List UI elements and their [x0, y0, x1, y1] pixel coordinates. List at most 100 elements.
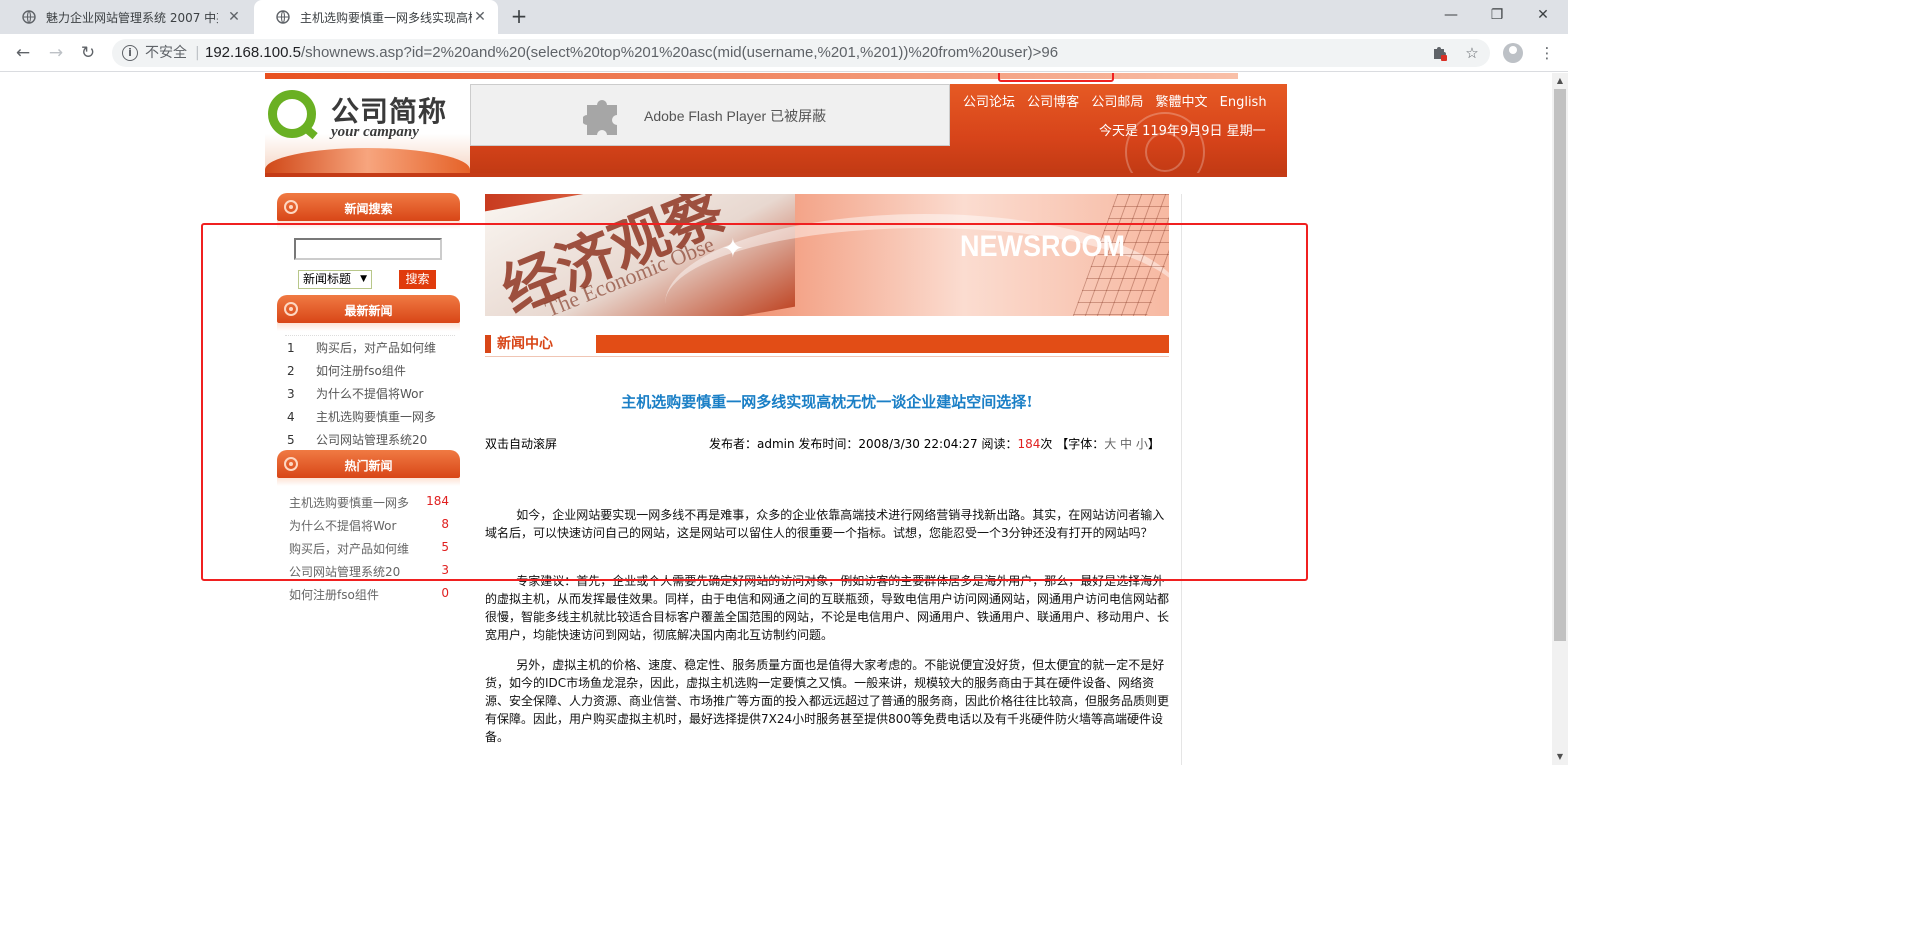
- browser-tab-2[interactable]: 主机选购要慎重一网多线实现高枕 ✕: [254, 0, 498, 34]
- sidebar-header-shadow: [277, 323, 460, 331]
- browser-tab-1[interactable]: 魅力企业网站管理系统 2007 中英 ✕: [0, 0, 252, 34]
- close-tab-icon[interactable]: ✕: [226, 9, 242, 25]
- hot-news-item[interactable]: 主机选购要慎重一网多 184: [289, 494, 449, 511]
- logo-q-icon: [268, 90, 316, 138]
- search-type-select[interactable]: 新闻标题 ▼: [298, 270, 372, 289]
- reload-icon[interactable]: ↻: [77, 42, 99, 64]
- address-bar[interactable]: i 不安全 | 192.168.100.5/shownews.asp?id=2%…: [112, 39, 1490, 67]
- section-title: 新闻中心: [497, 336, 553, 352]
- scroll-up-arrow-icon[interactable]: ▲: [1552, 73, 1568, 89]
- item-number: 3: [287, 387, 295, 401]
- banner-title: NEWSROOM: [960, 230, 1125, 263]
- url-host: 192.168.100.5: [205, 44, 301, 61]
- article-paragraph: 另外，虚拟主机的价格、速度、稳定性、服务质量方面也是值得大家考虑的。不能说便宜没…: [485, 658, 1170, 744]
- header-links: 公司论坛 公司博客 公司邮局 繁體中文 English: [963, 91, 1275, 110]
- menu-kebab-icon[interactable]: ⋮: [1538, 44, 1556, 62]
- close-tab-icon[interactable]: ✕: [472, 9, 488, 25]
- section-bar: [596, 335, 1169, 353]
- font-size-small[interactable]: 小: [1136, 437, 1148, 451]
- url-text[interactable]: 192.168.100.5/shownews.asp?id=2%20and%20…: [205, 39, 1058, 67]
- site-logo[interactable]: 公司简称 your campany: [265, 84, 470, 174]
- bookmark-star-icon[interactable]: ☆: [1463, 44, 1481, 62]
- font-size-medium[interactable]: 中: [1120, 437, 1132, 451]
- globe-icon: [276, 10, 290, 24]
- top-stripe: [265, 73, 1238, 79]
- hot-news-title[interactable]: 购买后，对产品如何维: [289, 542, 409, 556]
- hot-news-item[interactable]: 购买后，对产品如何维 5: [289, 540, 449, 557]
- hot-news-item[interactable]: 为什么不提倡将Wor 8: [289, 517, 449, 534]
- separator: |: [195, 45, 200, 61]
- close-icon[interactable]: ✕: [1520, 0, 1566, 30]
- header-date: 今天是 119年9月9日 星期一: [1099, 124, 1266, 139]
- hot-news-title[interactable]: 如何注册fso组件: [289, 588, 379, 602]
- content-border: [1181, 194, 1182, 765]
- vertical-scrollbar[interactable]: ▲ ▼: [1552, 73, 1568, 765]
- scroll-down-arrow-icon[interactable]: ▼: [1552, 749, 1568, 765]
- tab-title: 魅力企业网站管理系统 2007 中英: [46, 10, 218, 25]
- sidebar-header-shadow: [277, 478, 460, 486]
- flash-message: Adobe Flash Player 已被屏蔽: [644, 108, 827, 124]
- sidebar-header-hot: 热门新闻: [277, 450, 460, 478]
- sidebar-header-label: 新闻搜索: [344, 202, 393, 216]
- latest-news-title[interactable]: 为什么不提倡将Wor: [316, 387, 423, 401]
- latest-news-item[interactable]: 5 公司网站管理系统20: [287, 431, 427, 448]
- section-underline: [485, 356, 1169, 357]
- latest-news-item[interactable]: 3 为什么不提倡将Wor: [287, 385, 423, 402]
- hot-news-count: 5: [441, 540, 449, 554]
- header-link-forum[interactable]: 公司论坛: [963, 95, 1015, 110]
- search-button[interactable]: 搜索: [399, 270, 436, 289]
- article-paragraph: 如今，企业网站要实现一网多线不再是难事，众多的企业依靠高端技术进行网络营销寻找新…: [485, 508, 1165, 540]
- latest-news-title[interactable]: 如何注册fso组件: [316, 364, 406, 378]
- hot-news-count: 3: [441, 563, 449, 577]
- forward-arrow-icon[interactable]: →: [45, 42, 67, 64]
- article-paragraph: 专家建议：首先，企业或个人需要先确定好网站的访问对象，例如访客的主要群体居多是海…: [485, 574, 1170, 642]
- latest-news-title[interactable]: 购买后，对产品如何维: [316, 341, 436, 355]
- dropdown-triangle-icon: ▼: [360, 274, 367, 284]
- logo-text-en: your campany: [331, 124, 419, 140]
- back-arrow-icon[interactable]: ←: [12, 42, 34, 64]
- tab-strip: 魅力企业网站管理系统 2007 中英 ✕ 主机选购要慎重一网多线实现高枕 ✕ +…: [0, 0, 1568, 34]
- scrollbar-thumb[interactable]: [1554, 89, 1566, 641]
- hot-news-title[interactable]: 为什么不提倡将Wor: [289, 519, 396, 533]
- header-link-blog[interactable]: 公司博客: [1027, 95, 1079, 110]
- article-title: 主机选购要慎重一网多线实现高枕无忧一谈企业建站空间选择!: [621, 393, 1033, 411]
- restore-icon[interactable]: ❐: [1474, 0, 1520, 30]
- hot-news-count: 8: [441, 517, 449, 531]
- autoscroll-hint: 双击自动滚屏: [485, 437, 558, 451]
- tab-title: 主机选购要慎重一网多线实现高枕: [300, 10, 472, 25]
- url-path: /shownews.asp?id=2%20and%20(select%20top…: [300, 44, 1059, 61]
- logo-wave: [265, 148, 470, 174]
- hot-news-count: 184: [426, 494, 449, 508]
- latest-news-item[interactable]: 2 如何注册fso组件: [287, 362, 406, 379]
- header-link-traditional[interactable]: 繁體中文: [1155, 95, 1207, 110]
- latest-news-title[interactable]: 主机选购要慎重一网多: [316, 410, 436, 424]
- section-bar-marker: [485, 335, 491, 353]
- profile-avatar-icon[interactable]: [1503, 43, 1523, 63]
- news-search-input[interactable]: [294, 238, 442, 260]
- sidebar-header-latest: 最新新闻: [277, 295, 460, 323]
- latest-news-item[interactable]: 4 主机选购要慎重一网多: [287, 408, 436, 425]
- meta-prefix: 发布者：admin 发布时间：2008/3/30 22:04:27 阅读：: [709, 437, 1018, 451]
- item-number: 5: [287, 433, 295, 447]
- minimize-icon[interactable]: —: [1428, 0, 1474, 30]
- plus-icon[interactable]: +: [508, 6, 530, 28]
- search-type-value: 新闻标题: [303, 272, 352, 286]
- font-size-large[interactable]: 大: [1104, 437, 1116, 451]
- article-meta: 发布者：admin 发布时间：2008/3/30 22:04:27 阅读：184…: [709, 435, 1160, 452]
- plugin-puzzle-icon: [583, 100, 617, 135]
- info-icon[interactable]: i: [122, 45, 138, 61]
- hot-news-item[interactable]: 公司网站管理系统20 3: [289, 563, 449, 580]
- sidebar-header-shadow: [277, 221, 460, 229]
- hot-news-item[interactable]: 如何注册fso组件 0: [289, 586, 449, 603]
- flash-blocked-placeholder[interactable]: Adobe Flash Player 已被屏蔽: [470, 84, 950, 146]
- security-label[interactable]: 不安全: [145, 39, 187, 67]
- latest-news-title[interactable]: 公司网站管理系统20: [316, 433, 427, 447]
- header-link-mail[interactable]: 公司邮局: [1091, 95, 1143, 110]
- hot-news-title[interactable]: 公司网站管理系统20: [289, 565, 400, 579]
- sidebar-header-label: 热门新闻: [344, 459, 393, 473]
- extension-puzzle-icon[interactable]: [1431, 44, 1449, 62]
- header-bottom-line: [265, 173, 1287, 177]
- hot-news-title[interactable]: 主机选购要慎重一网多: [289, 496, 409, 510]
- latest-news-item[interactable]: 1 购买后，对产品如何维: [287, 339, 436, 356]
- header-link-english[interactable]: English: [1220, 95, 1267, 110]
